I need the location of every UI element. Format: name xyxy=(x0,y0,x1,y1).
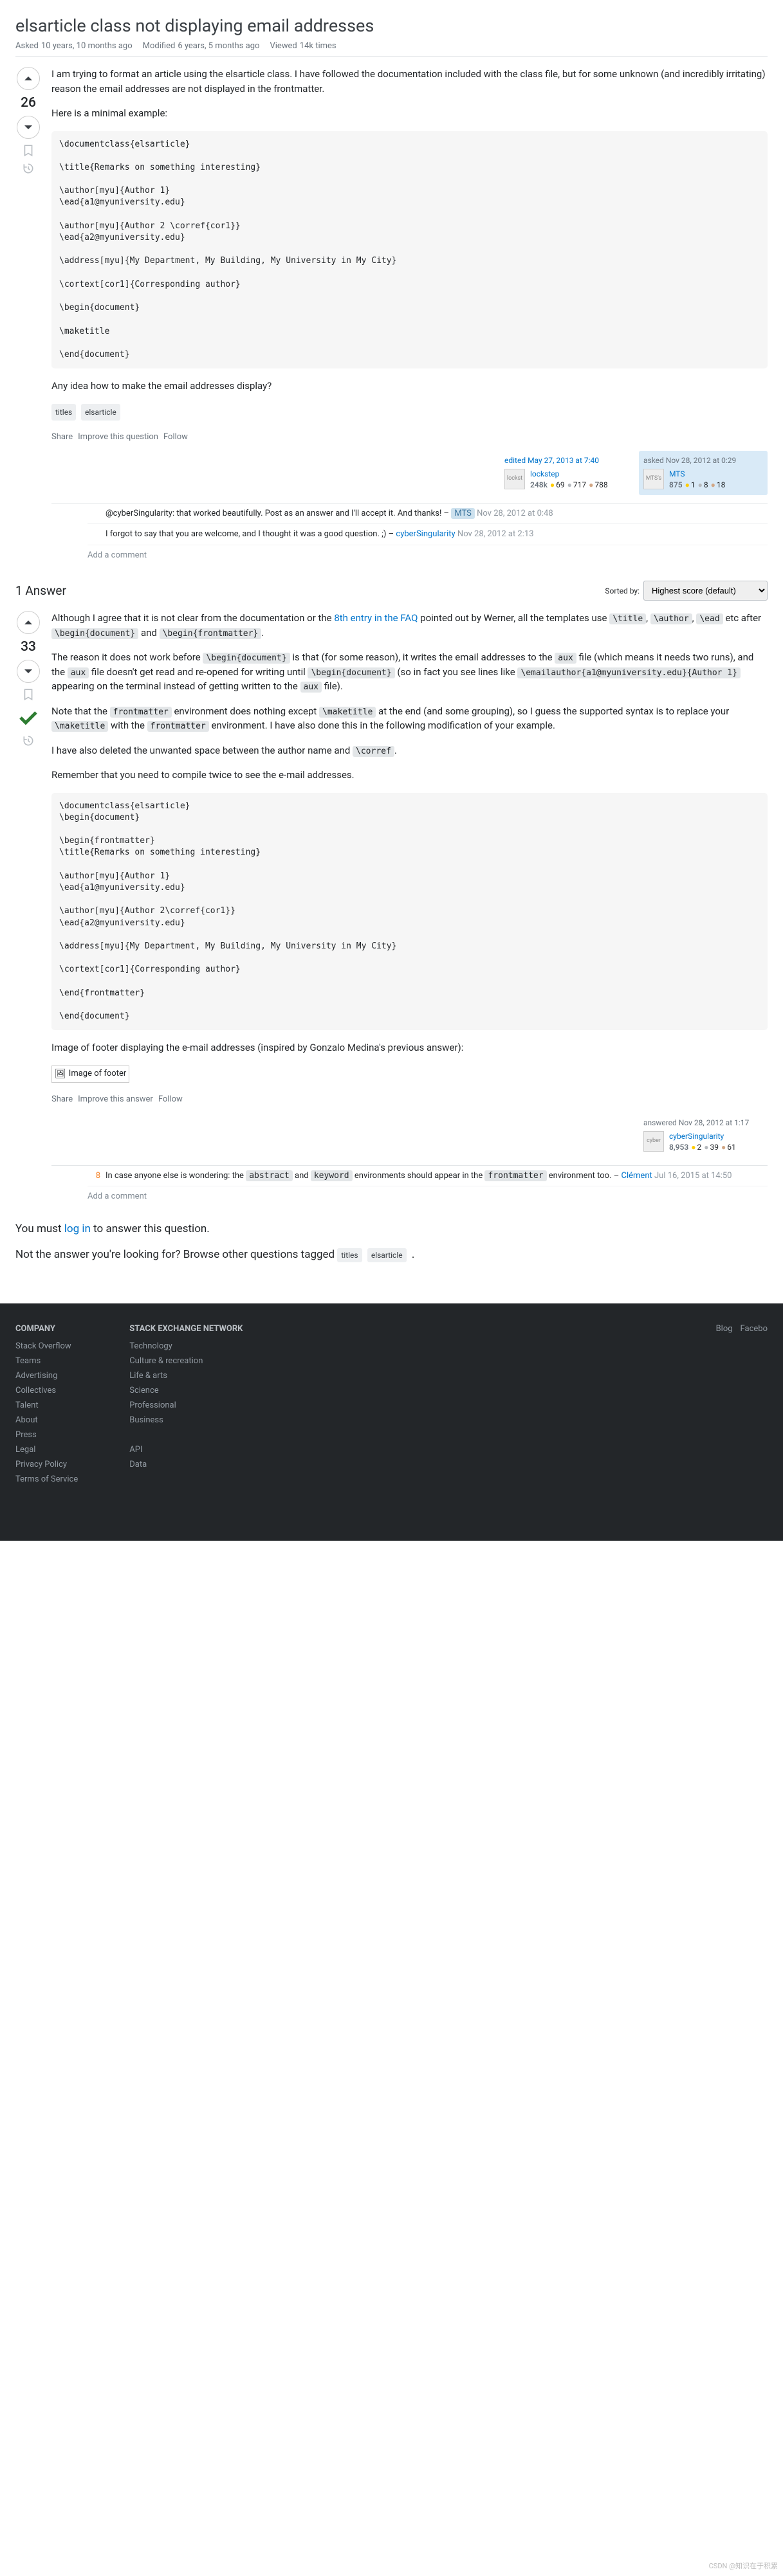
footer-link[interactable]: Collectives xyxy=(15,1386,78,1395)
follow-link[interactable]: Follow xyxy=(158,1093,183,1106)
footer-link[interactable]: Legal xyxy=(15,1445,78,1455)
history-icon[interactable] xyxy=(22,734,35,747)
footer-link[interactable]: Talent xyxy=(15,1401,78,1410)
footer-link[interactable]: Business xyxy=(129,1415,243,1425)
watermark: CSDN @知识在于积累 xyxy=(709,2561,778,2571)
footer-link[interactable]: Data xyxy=(129,1460,243,1469)
footer-link[interactable]: Professional xyxy=(129,1401,243,1410)
image-placeholder: Image of footer xyxy=(51,1066,129,1083)
answerer-card: answered Nov 28, 2012 at 1:17 cyber cybe… xyxy=(639,1113,768,1157)
question-score: 26 xyxy=(21,95,36,111)
avatar[interactable]: MTS's xyxy=(643,469,664,489)
tag-list: titles elsarticle xyxy=(51,404,768,421)
comment: I forgot to say that you are welcome, an… xyxy=(88,524,768,545)
footer-link[interactable]: Press xyxy=(15,1430,78,1440)
add-comment-link[interactable]: Add a comment xyxy=(88,545,768,566)
footer-link[interactable]: Privacy Policy xyxy=(15,1460,78,1469)
footer-social-link[interactable]: Blog xyxy=(716,1324,733,1489)
avatar[interactable]: cyber xyxy=(643,1131,664,1152)
comment: @cyberSingularity: that worked beautiful… xyxy=(88,503,768,525)
user-link[interactable]: lockstep xyxy=(530,469,608,480)
bookmark-icon[interactable] xyxy=(22,144,35,157)
bookmark-icon[interactable] xyxy=(22,688,35,701)
answer-paragraph: Although I agree that it is not clear fr… xyxy=(51,611,768,640)
answer-paragraph: Image of footer displaying the e-mail ad… xyxy=(51,1040,768,1055)
tag[interactable]: titles xyxy=(337,1248,362,1262)
add-comment-link[interactable]: Add a comment xyxy=(88,1186,768,1207)
tag[interactable]: titles xyxy=(51,404,76,421)
comment-user[interactable]: Clément xyxy=(622,1171,652,1181)
footer-link[interactable]: API xyxy=(129,1445,243,1455)
sort-select[interactable]: Highest score (default) xyxy=(643,581,768,601)
question-meta: Asked10 years, 10 months ago Modified6 y… xyxy=(15,41,768,57)
footer-heading: STACK EXCHANGE NETWORK xyxy=(129,1324,243,1334)
question-title: elsarticle class not displaying email ad… xyxy=(15,15,768,36)
footer-link[interactable]: Technology xyxy=(129,1341,243,1351)
avatar[interactable]: lockst xyxy=(504,469,525,489)
comment: 8 In case anyone else is wondering: the … xyxy=(88,1166,768,1187)
site-footer: COMPANY Stack Overflow Teams Advertising Co… xyxy=(0,1303,783,1541)
footer-link[interactable]: Science xyxy=(129,1386,243,1395)
faq-link[interactable]: 8th entry in the FAQ xyxy=(334,612,418,624)
downvote-button[interactable] xyxy=(17,116,40,139)
footer-link xyxy=(129,1430,243,1440)
answer-paragraph: I have also deleted the unwanted space b… xyxy=(51,743,768,758)
user-link[interactable]: MTS xyxy=(669,469,725,480)
footer-link[interactable]: Advertising xyxy=(15,1371,78,1381)
accepted-check-icon xyxy=(17,706,40,729)
footer-link[interactable]: Terms of Service xyxy=(15,1474,78,1484)
question-post: 26 I am trying to format an article usin… xyxy=(15,67,768,565)
follow-link[interactable]: Follow xyxy=(163,431,188,444)
editor-card: edited May 27, 2013 at 7:40 lockst locks… xyxy=(500,451,629,495)
comment-user[interactable]: MTS xyxy=(451,508,475,519)
login-link[interactable]: log in xyxy=(64,1222,91,1235)
history-icon[interactable] xyxy=(22,162,35,175)
tag[interactable]: elsarticle xyxy=(367,1248,407,1262)
login-prompt: You must log in to answer this question. xyxy=(15,1222,768,1235)
code-block: \documentclass{elsarticle} \title{Remark… xyxy=(51,131,768,369)
improve-link[interactable]: Improve this answer xyxy=(78,1093,153,1106)
footer-link[interactable]: About xyxy=(15,1415,78,1425)
share-link[interactable]: Share xyxy=(51,431,73,444)
owner-card: asked Nov 28, 2012 at 0:29 MTS's MTS 875… xyxy=(639,451,768,495)
comment-user[interactable]: cyberSingularity xyxy=(396,529,455,539)
answer-post: 33 Although I agree that it is not clear… xyxy=(15,611,768,1207)
question-paragraph: I am trying to format an article using t… xyxy=(51,67,768,96)
footer-social-link[interactable]: Facebo xyxy=(741,1324,768,1489)
upvote-button[interactable] xyxy=(17,67,40,90)
answer-paragraph: Note that the frontmatter environment do… xyxy=(51,704,768,733)
user-link[interactable]: cyberSingularity xyxy=(669,1131,736,1142)
downvote-button[interactable] xyxy=(17,660,40,683)
footer-link[interactable]: Teams xyxy=(15,1356,78,1366)
code-block: \documentclass{elsarticle} \begin{docume… xyxy=(51,793,768,1031)
answer-paragraph: The reason it does not work before \begi… xyxy=(51,650,768,694)
tag[interactable]: elsarticle xyxy=(81,404,120,421)
answer-score: 33 xyxy=(21,639,36,655)
question-paragraph: Any idea how to make the email addresses… xyxy=(51,379,768,394)
improve-link[interactable]: Improve this question xyxy=(78,431,158,444)
footer-heading: COMPANY xyxy=(15,1324,78,1334)
question-paragraph: Here is a minimal example: xyxy=(51,106,768,121)
upvote-button[interactable] xyxy=(17,611,40,634)
footer-link[interactable]: Stack Overflow xyxy=(15,1341,78,1351)
share-link[interactable]: Share xyxy=(51,1093,73,1106)
footer-link[interactable]: Life & arts xyxy=(129,1371,243,1381)
footer-link[interactable]: Culture & recreation xyxy=(129,1356,243,1366)
answers-count: 1 Answer xyxy=(15,583,66,598)
related-prompt: Not the answer you're looking for? Brows… xyxy=(15,1248,768,1262)
answer-paragraph: Remember that you need to compile twice … xyxy=(51,768,768,783)
